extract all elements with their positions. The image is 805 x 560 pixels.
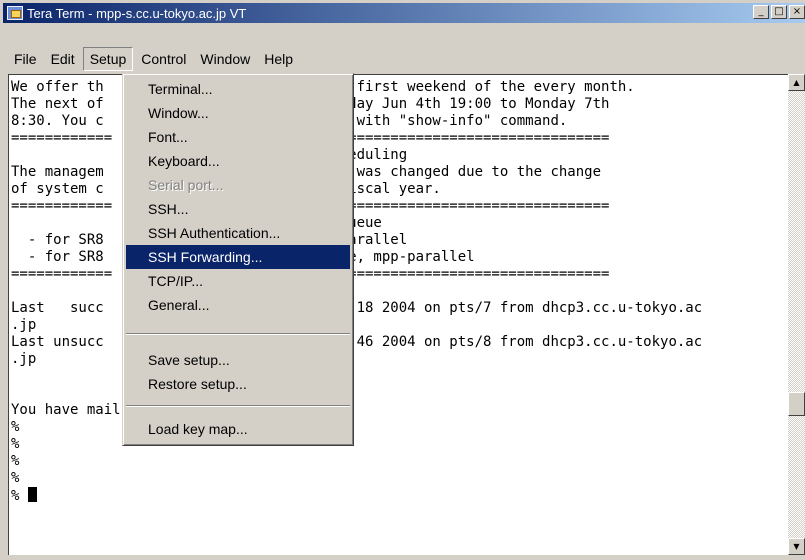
maximize-button[interactable]: □ — [771, 5, 787, 19]
menu-item-ssh-authentication[interactable]: SSH Authentication... — [126, 221, 350, 245]
scroll-up-button[interactable]: ▲ — [788, 74, 805, 91]
terminal-line: - for SR8 , parallel — [27, 232, 408, 248]
scroll-down-button[interactable]: ▼ — [788, 538, 805, 555]
terminal-line: .jp — [11, 317, 37, 333]
menu-item-save-setup[interactable]: Save setup... — [126, 348, 350, 372]
menu-item-load-key-map[interactable]: Load key map... — [126, 417, 350, 441]
terminal-line: Last succ :23:18 2004 on pts/7 from dhcp… — [11, 300, 703, 316]
vertical-scrollbar[interactable]: ▲ ▼ — [788, 74, 805, 555]
menu-item-ssh-forwarding[interactable]: SSH Forwarding... — [126, 245, 350, 269]
terminal-line: % — [11, 453, 20, 469]
app-icon[interactable] — [7, 6, 23, 20]
terminal-line: % — [11, 436, 20, 452]
terminal-line: % — [11, 487, 702, 504]
terminal-line: ============ ===========================… — [11, 198, 610, 214]
menu-item-keyboard[interactable]: Keyboard... — [126, 149, 350, 173]
window-title: Tera Term - mpp-s.cc.u-tokyo.ac.jp VT — [27, 5, 247, 21]
terminal-line: The managem ing was changed due to the c… — [11, 164, 602, 180]
menu-item-terminal[interactable]: Terminal... — [126, 77, 350, 101]
menu-window[interactable]: Window — [194, 48, 256, 70]
menu-file[interactable]: File — [8, 48, 43, 70]
menu-edit[interactable]: Edit — [45, 48, 81, 70]
terminal-line: Last unsucc :32:46 2004 on pts/8 from dh… — [11, 334, 703, 350]
menu-setup[interactable]: Setup — [82, 47, 134, 71]
scroll-thumb[interactable] — [788, 392, 805, 416]
menu-bar: File Edit Setup Control Window Help — [3, 45, 805, 73]
terminal-line: % — [11, 419, 20, 435]
menu-item-ssh[interactable]: SSH... — [126, 197, 350, 221]
menu-item-restore-setup[interactable]: Restore setup... — [126, 372, 350, 396]
terminal-line: of system c t fiscal year. — [11, 181, 441, 197]
menu-separator — [126, 405, 350, 407]
menu-item-font[interactable]: Font... — [126, 125, 350, 149]
menu-item-tcpip[interactable]: TCP/IP... — [126, 269, 350, 293]
menu-help[interactable]: Help — [258, 48, 299, 70]
terminal-line: - for SR8 ngle, mpp-parallel — [27, 249, 475, 265]
menu-item-general[interactable]: General... — [126, 293, 350, 317]
window-controls: _ □ × — [753, 5, 805, 19]
tera-term-window: Tera Term - mpp-s.cc.u-tokyo.ac.jp VT _ … — [0, 0, 805, 560]
terminal-line: ============ ===========================… — [11, 266, 610, 282]
terminal-line: ============ ===========================… — [11, 130, 610, 146]
minimize-button[interactable]: _ — [753, 5, 769, 19]
menu-item-serial-port: Serial port... — [148, 177, 224, 193]
terminal-text: We offer th the first weekend of the eve… — [11, 79, 702, 504]
terminal-line: .jp — [11, 351, 37, 367]
terminal-line: You have mail. — [11, 402, 130, 418]
terminal-cursor — [27, 487, 37, 502]
menu-item-window[interactable]: Window... — [126, 101, 350, 125]
terminal-line: scheduling — [322, 147, 408, 163]
menu-control[interactable]: Control — [135, 48, 192, 70]
terminal-line: The next of Friday Jun 4th 19:00 to Mond… — [11, 96, 610, 112]
terminal-line: We offer th the first weekend of the eve… — [11, 79, 635, 95]
terminal-line: 8:30. You c hem with "show-info" command… — [11, 113, 568, 129]
terminal-line: e queue — [323, 215, 382, 231]
close-button[interactable]: × — [789, 5, 805, 19]
title-bar[interactable]: Tera Term - mpp-s.cc.u-tokyo.ac.jp VT _ … — [3, 3, 805, 23]
terminal-line: % — [11, 470, 20, 486]
menu-separator — [126, 333, 350, 335]
setup-menu-dropdown: Terminal... Window... Font... Keyboard..… — [122, 73, 354, 446]
